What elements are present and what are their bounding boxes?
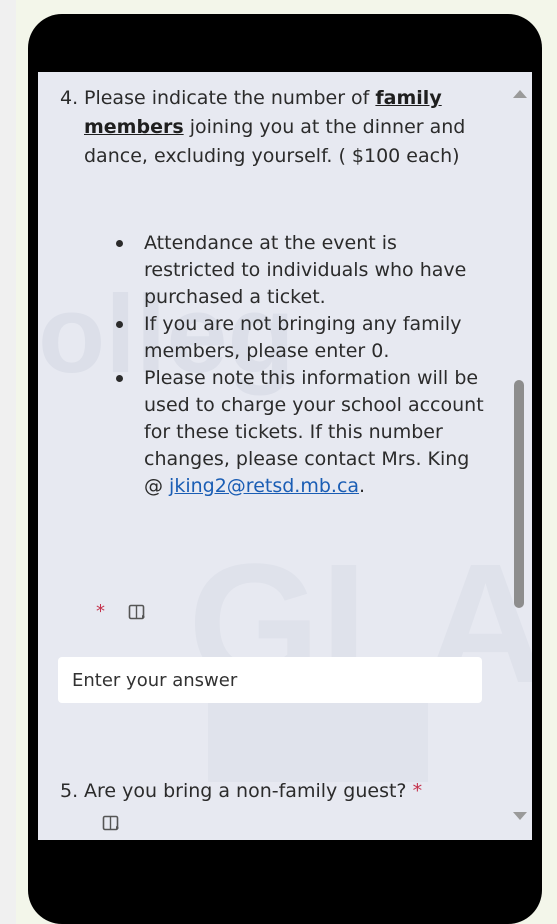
- question-4-title: 4. Please indicate the number of family …: [60, 84, 514, 171]
- question-text-start: Please indicate the number of: [84, 87, 376, 109]
- note-item: Attendance at the event is restricted to…: [116, 230, 494, 311]
- scrollbar-thumb[interactable]: [514, 380, 524, 608]
- immersive-reader-icon[interactable]: [128, 603, 148, 623]
- note-item: If you are not bringing any family membe…: [116, 311, 494, 365]
- question-number: 4.: [60, 87, 79, 109]
- question-number: 5.: [60, 780, 79, 802]
- question-text: Are you bring a non-family guest?: [84, 780, 407, 802]
- answer-placeholder: Enter your answer: [72, 669, 238, 691]
- immersive-reader-icon[interactable]: [102, 814, 122, 834]
- answer-input[interactable]: Enter your answer: [58, 657, 482, 703]
- scroll-up-arrow-icon[interactable]: [513, 90, 527, 98]
- page-backdrop: [0, 0, 16, 924]
- note-text-end: .: [359, 475, 366, 497]
- note-item: Please note this information will be use…: [116, 365, 494, 500]
- email-link[interactable]: jking2@retsd.mb.ca: [169, 475, 359, 497]
- question-5-title: 5. Are you bring a non-family guest? *: [60, 777, 504, 805]
- form-viewport: olleg GLA 4. Please indicate the number …: [38, 72, 532, 840]
- question-4-meta: *: [96, 601, 196, 627]
- scroll-down-arrow-icon[interactable]: [513, 812, 527, 820]
- required-marker: *: [96, 601, 105, 622]
- vertical-scrollbar[interactable]: [508, 72, 532, 840]
- required-marker: *: [412, 780, 423, 802]
- question-4-notes: Attendance at the event is restricted to…: [116, 230, 494, 500]
- form-content: 4. Please indicate the number of family …: [38, 72, 508, 840]
